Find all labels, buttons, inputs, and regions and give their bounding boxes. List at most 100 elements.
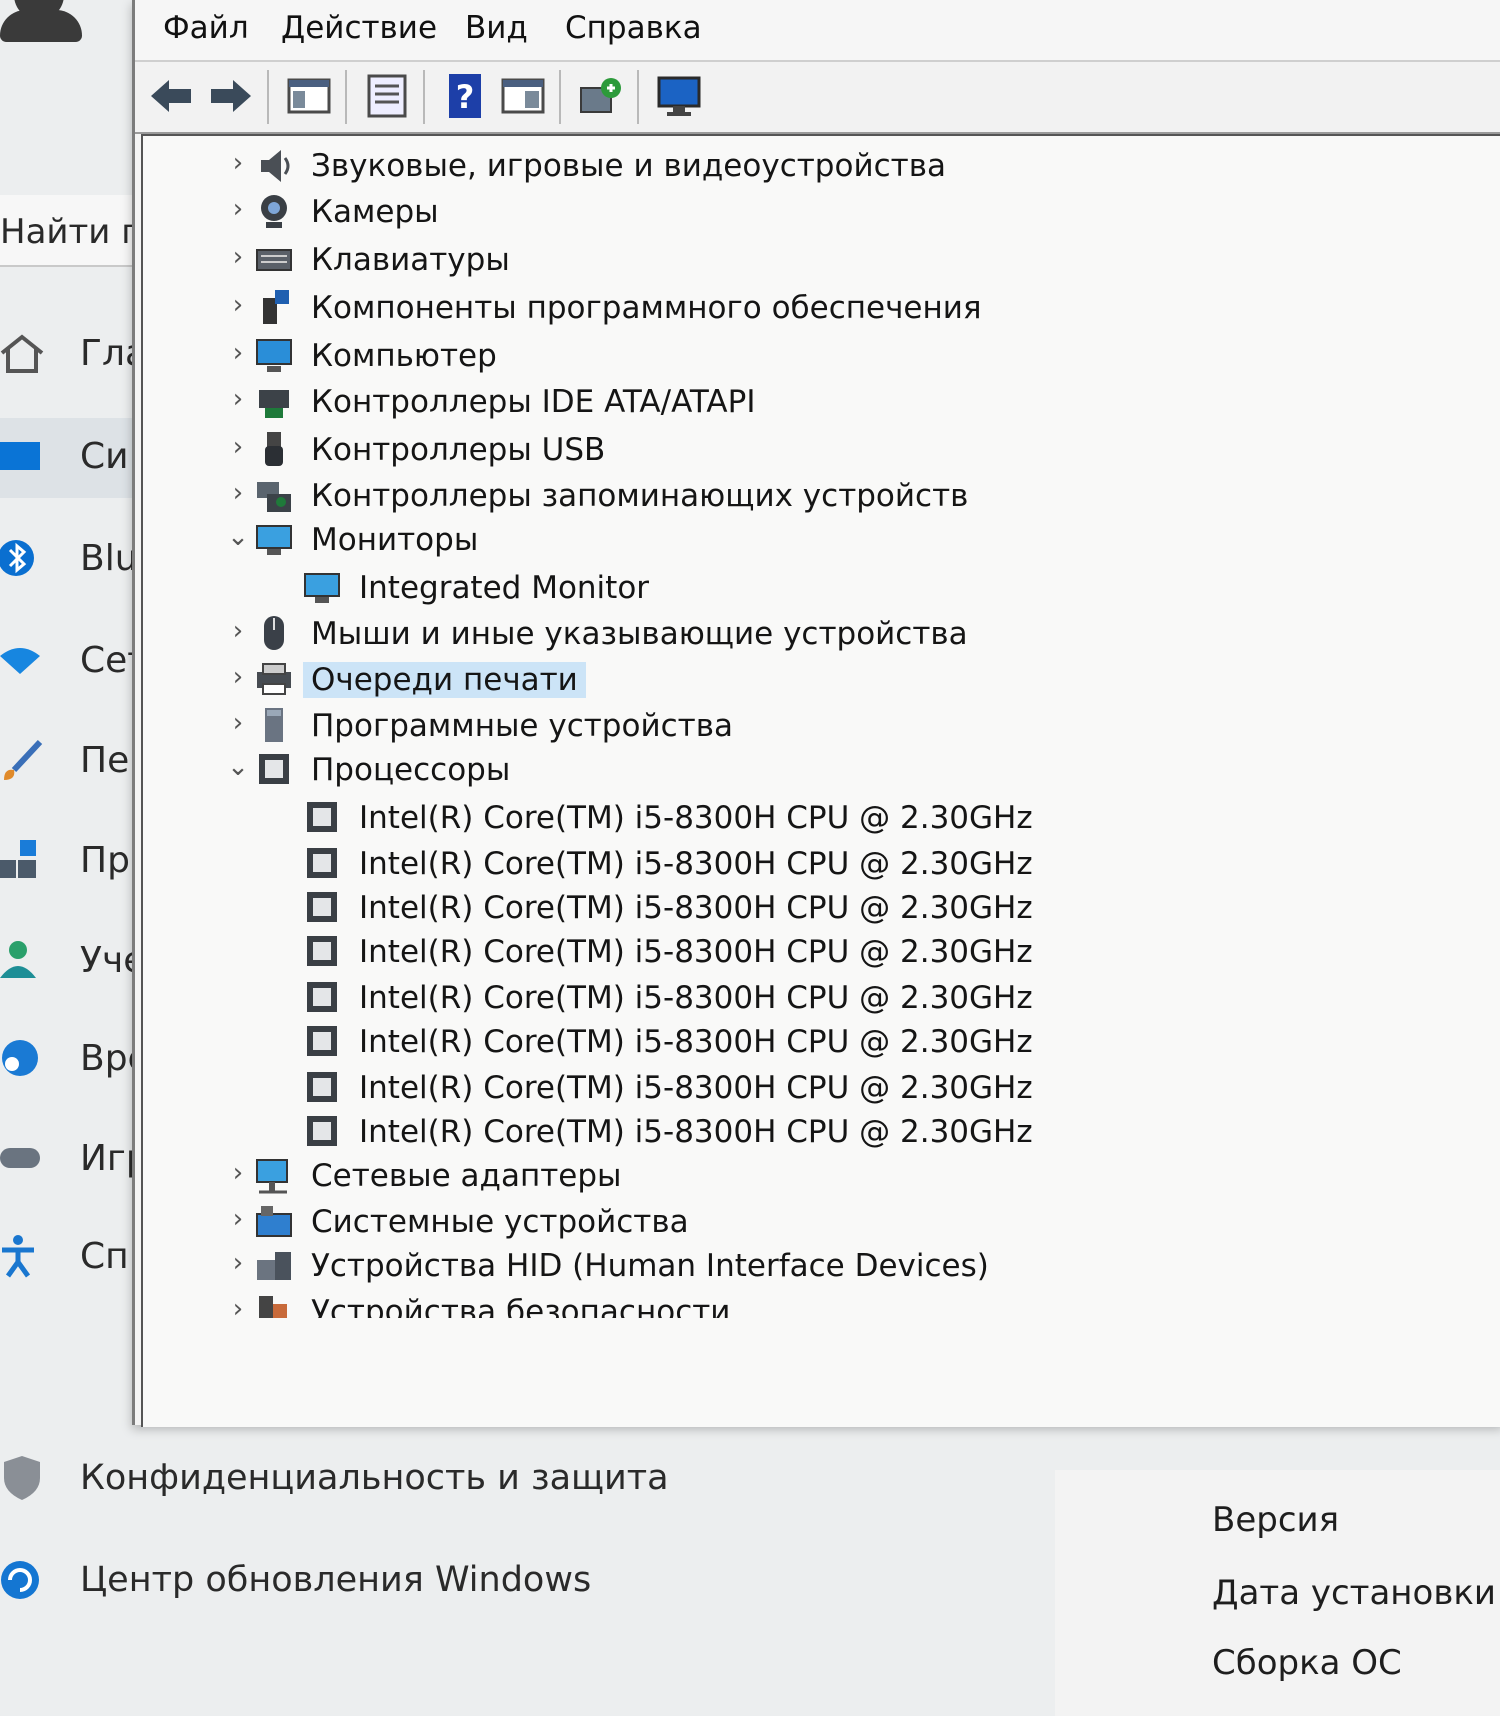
nav-item-time-language[interactable]: Вре [0,1020,136,1100]
tree-category-1[interactable]: › Камеры [143,188,1443,236]
expand-chevron-icon[interactable]: › [225,242,251,272]
tree-item-label: Устройства безопасности [311,1294,731,1318]
nav-label: Сп [80,1236,129,1277]
svg-text:?: ? [456,78,475,116]
collapse-chevron-icon[interactable]: ⌄ [225,752,251,782]
tree-category-2[interactable]: › Клавиатуры [143,236,1443,284]
nav-label: Пр [80,840,130,881]
tree-item-label: Программные устройства [311,708,733,744]
keyboard-icon [256,249,292,271]
tree-category-23[interactable]: › Системные устройства [143,1198,1443,1246]
expand-chevron-icon[interactable]: › [225,1158,251,1188]
nav-item-personalization[interactable]: Пе [0,722,135,802]
tree-category-11[interactable]: › Очереди печати [143,656,1443,704]
nav-item-accounts[interactable]: Уче [0,922,136,1002]
ide-controller-icon [259,390,289,418]
processor-icon [307,892,337,922]
expand-chevron-icon[interactable]: › [225,194,251,224]
windows-update-icon [1,1561,39,1599]
menu-help[interactable]: Справка [565,10,702,46]
tree-device-item[interactable]: Intel(R) Core(TM) i5-8300H CPU @ 2.30GHz [143,1018,1443,1066]
storage-controller-icon [257,482,291,512]
tree-category-5[interactable]: › Контроллеры IDE ATA/ATAPI [143,378,1443,426]
scan-hardware-icon[interactable] [577,72,625,120]
nav-label: Гла [80,333,136,374]
expand-chevron-icon[interactable]: › [225,478,251,508]
search-placeholder: Найти п [0,212,144,252]
menu-action[interactable]: Действие [281,10,437,46]
network-icon [0,648,40,674]
expand-chevron-icon[interactable]: › [225,1204,251,1234]
settings-search-input[interactable]: Найти п [0,195,143,267]
nav-label: Конфиденциальность и защита [80,1458,669,1498]
computer-icon [256,339,292,372]
tree-category-0[interactable]: › Звуковые, игровые и видеоустройства [143,142,1443,190]
nav-item-gaming[interactable]: Игр [0,1120,136,1200]
nav-item-system[interactable]: Си [0,418,135,498]
collapse-chevron-icon[interactable]: ⌄ [225,522,251,552]
tree-category-3[interactable]: › Компоненты программного обеспечения [143,284,1443,332]
show-action-pane-icon[interactable] [499,72,547,120]
tree-device-item[interactable]: Intel(R) Core(TM) i5-8300H CPU @ 2.30GHz [143,840,1443,888]
expand-chevron-icon[interactable]: › [225,338,251,368]
help-icon[interactable]: ? [441,72,489,120]
monitor-icon[interactable] [655,72,703,120]
expand-chevron-icon[interactable]: › [225,662,251,692]
back-arrow-icon[interactable] [147,72,195,120]
expand-chevron-icon[interactable]: › [225,290,251,320]
processor-icon [307,936,337,966]
apps-icon [0,840,36,878]
tree-item-label: Intel(R) Core(TM) i5-8300H CPU @ 2.30GHz [359,980,1033,1016]
nav-item-home[interactable]: Гла [0,315,136,395]
device-tree[interactable]: › Звуковые, игровые и видеоустройства › Кам… [141,134,1500,1427]
expand-chevron-icon[interactable]: › [225,708,251,738]
menu-file[interactable]: Файл [163,10,249,46]
tree-category-4[interactable]: › Компьютер [143,332,1443,380]
tree-category-24[interactable]: › Устройства HID (Human Interface Devices… [143,1242,1443,1290]
menu-bar: Файл Действие Вид Справка [135,0,1500,60]
system-icon [0,442,40,470]
tree-category-6[interactable]: › Контроллеры USB [143,426,1443,474]
tree-device-item[interactable]: Intel(R) Core(TM) i5-8300H CPU @ 2.30GHz [143,928,1443,976]
processor-icon [307,848,337,878]
tree-device-item[interactable]: Intel(R) Core(TM) i5-8300H CPU @ 2.30GHz [143,1108,1443,1156]
processor-icon [307,1026,337,1056]
toolbar-separator [267,70,269,124]
tree-item-label: Камеры [311,194,439,230]
tree-category-10[interactable]: › Мыши и иные указывающие устройства [143,610,1443,658]
nav-item-network[interactable]: Сет [0,622,136,702]
tree-device-item[interactable]: Intel(R) Core(TM) i5-8300H CPU @ 2.30GHz [143,884,1443,932]
tree-item-label: Intel(R) Core(TM) i5-8300H CPU @ 2.30GHz [359,1070,1033,1106]
avatar[interactable] [0,0,82,70]
tree-item-label: Integrated Monitor [359,570,650,606]
expand-chevron-icon[interactable]: › [225,384,251,414]
tree-device-item[interactable]: Intel(R) Core(TM) i5-8300H CPU @ 2.30GHz [143,974,1443,1022]
monitor-icon [256,525,292,555]
expand-chevron-icon[interactable]: › [225,1248,251,1278]
menu-view[interactable]: Вид [465,10,528,46]
nav-item-accessibility[interactable]: Сп [0,1218,135,1298]
tree-category-7[interactable]: › Контроллеры запоминающих устройств [143,472,1443,520]
tree-item-label: Очереди печати [303,662,586,698]
tree-device-item[interactable]: Intel(R) Core(TM) i5-8300H CPU @ 2.30GHz [143,794,1443,842]
gaming-icon [0,1148,40,1168]
bluetooth-icon [0,540,34,576]
tree-category-12[interactable]: › Программные устройства [143,702,1443,750]
expand-chevron-icon[interactable]: › [225,148,251,178]
expand-chevron-icon[interactable]: › [225,616,251,646]
tree-category-8[interactable]: ⌄ Мониторы [143,516,1443,564]
show-hide-console-tree-icon[interactable] [285,72,333,120]
software-component-icon [263,290,289,324]
properties-icon[interactable] [363,72,411,120]
expand-chevron-icon[interactable]: › [225,1294,251,1318]
expand-chevron-icon[interactable]: › [225,432,251,462]
tree-category-22[interactable]: › Сетевые адаптеры [143,1152,1443,1200]
tree-device-item[interactable]: Intel(R) Core(TM) i5-8300H CPU @ 2.30GHz [143,1064,1443,1112]
tree-category-25[interactable]: › Устройства безопасности [143,1288,1443,1318]
nav-label: Blu [80,538,136,579]
forward-arrow-icon[interactable] [207,72,255,120]
nav-item-apps[interactable]: Пр [0,822,135,902]
tree-device-item[interactable]: Integrated Monitor [143,564,1443,612]
nav-item-bluetooth[interactable]: Blu [0,520,136,600]
tree-category-13[interactable]: ⌄ Процессоры [143,746,1443,794]
